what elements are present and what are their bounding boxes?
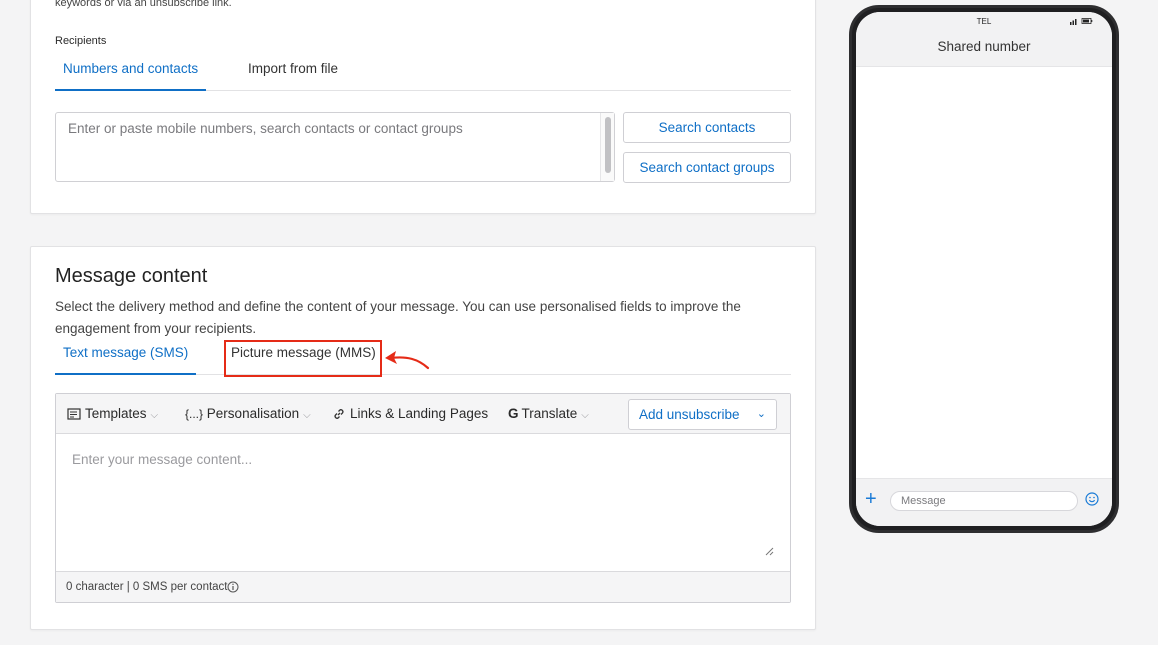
tab-text-message-sms[interactable]: Text message (SMS) — [55, 340, 197, 375]
plus-icon[interactable]: + — [865, 489, 877, 509]
chevron-down-icon: ⌄ — [756, 408, 766, 420]
personalisation-icon: {...} — [185, 407, 204, 421]
tab-import-from-file[interactable]: Import from file — [248, 56, 338, 91]
recipients-input-placeholder: Enter or paste mobile numbers, search co… — [68, 121, 463, 136]
phone-header: TEL Shared number — [856, 12, 1112, 67]
signal-icon — [1070, 18, 1093, 25]
message-textarea[interactable]: Enter your message content... — [56, 434, 790, 572]
message-content-description: Select the delivery method and define th… — [55, 299, 741, 336]
links-label: Links & Landing Pages — [350, 406, 489, 421]
translate-label: Translate — [521, 406, 578, 421]
phone-footer: + Message — [856, 478, 1112, 526]
personalisation-label: Personalisation — [206, 406, 300, 421]
personalisation-dropdown[interactable]: {...} Personalisation ⌵ — [185, 394, 311, 434]
link-icon — [334, 409, 344, 420]
search-contact-groups-button[interactable]: Search contact groups — [623, 152, 791, 183]
phone-screen: TEL Shared number + Message — [856, 12, 1112, 526]
info-icon[interactable] — [227, 581, 239, 593]
chevron-down-icon: ⌵ — [581, 410, 589, 421]
message-editor: Templates ⌵ {...} Personalisation ⌵ Links … — [55, 393, 791, 603]
recipients-card: keywords or via an unsubscribe link. Rec… — [30, 0, 816, 214]
editor-toolbar: Templates ⌵ {...} Personalisation ⌵ Links … — [56, 394, 790, 434]
google-translate-icon: G — [508, 406, 519, 421]
add-unsubscribe-button[interactable]: Add unsubscribe ⌄ — [628, 399, 777, 430]
intro-text: keywords or via an unsubscribe link. — [55, 0, 232, 9]
tab-numbers-and-contacts[interactable]: Numbers and contacts — [55, 56, 207, 91]
recipients-tabs: Numbers and contacts Import from file — [55, 56, 791, 91]
recipients-input[interactable]: Enter or paste mobile numbers, search co… — [55, 112, 615, 182]
templates-dropdown[interactable]: Templates ⌵ — [67, 394, 158, 434]
links-landing-pages-button[interactable]: Links & Landing Pages — [332, 394, 488, 434]
search-contacts-button[interactable]: Search contacts — [623, 112, 791, 143]
templates-icon — [67, 408, 81, 421]
templates-label: Templates — [85, 406, 147, 421]
phone-message-field[interactable]: Message — [890, 491, 1078, 511]
add-unsubscribe-label: Add unsubscribe — [639, 407, 740, 422]
translate-dropdown[interactable]: G Translate ⌵ — [508, 394, 589, 434]
recipients-label: Recipients — [55, 35, 107, 47]
message-placeholder: Enter your message content... — [72, 452, 253, 467]
annotation-arrow-icon — [385, 351, 430, 370]
phone-preview: TEL Shared number + Message — [849, 5, 1119, 533]
chevron-down-icon: ⌵ — [150, 410, 159, 421]
recipients-scrollbar[interactable] — [600, 113, 614, 181]
message-content-title: Message content — [55, 265, 208, 287]
emoji-icon[interactable] — [1085, 492, 1099, 506]
character-counter: 0 character | 0 SMS per contact — [66, 581, 228, 593]
counter-bar: 0 character | 0 SMS per contact — [56, 571, 790, 602]
resize-handle-icon[interactable] — [765, 547, 774, 556]
chevron-down-icon: ⌵ — [303, 410, 311, 421]
phone-title: Shared number — [937, 39, 1031, 54]
tab-picture-message-mms[interactable]: Picture message (MMS) — [231, 340, 376, 375]
message-content-card: Message content Select the delivery meth… — [30, 246, 816, 630]
scrollbar-thumb[interactable] — [605, 117, 611, 173]
